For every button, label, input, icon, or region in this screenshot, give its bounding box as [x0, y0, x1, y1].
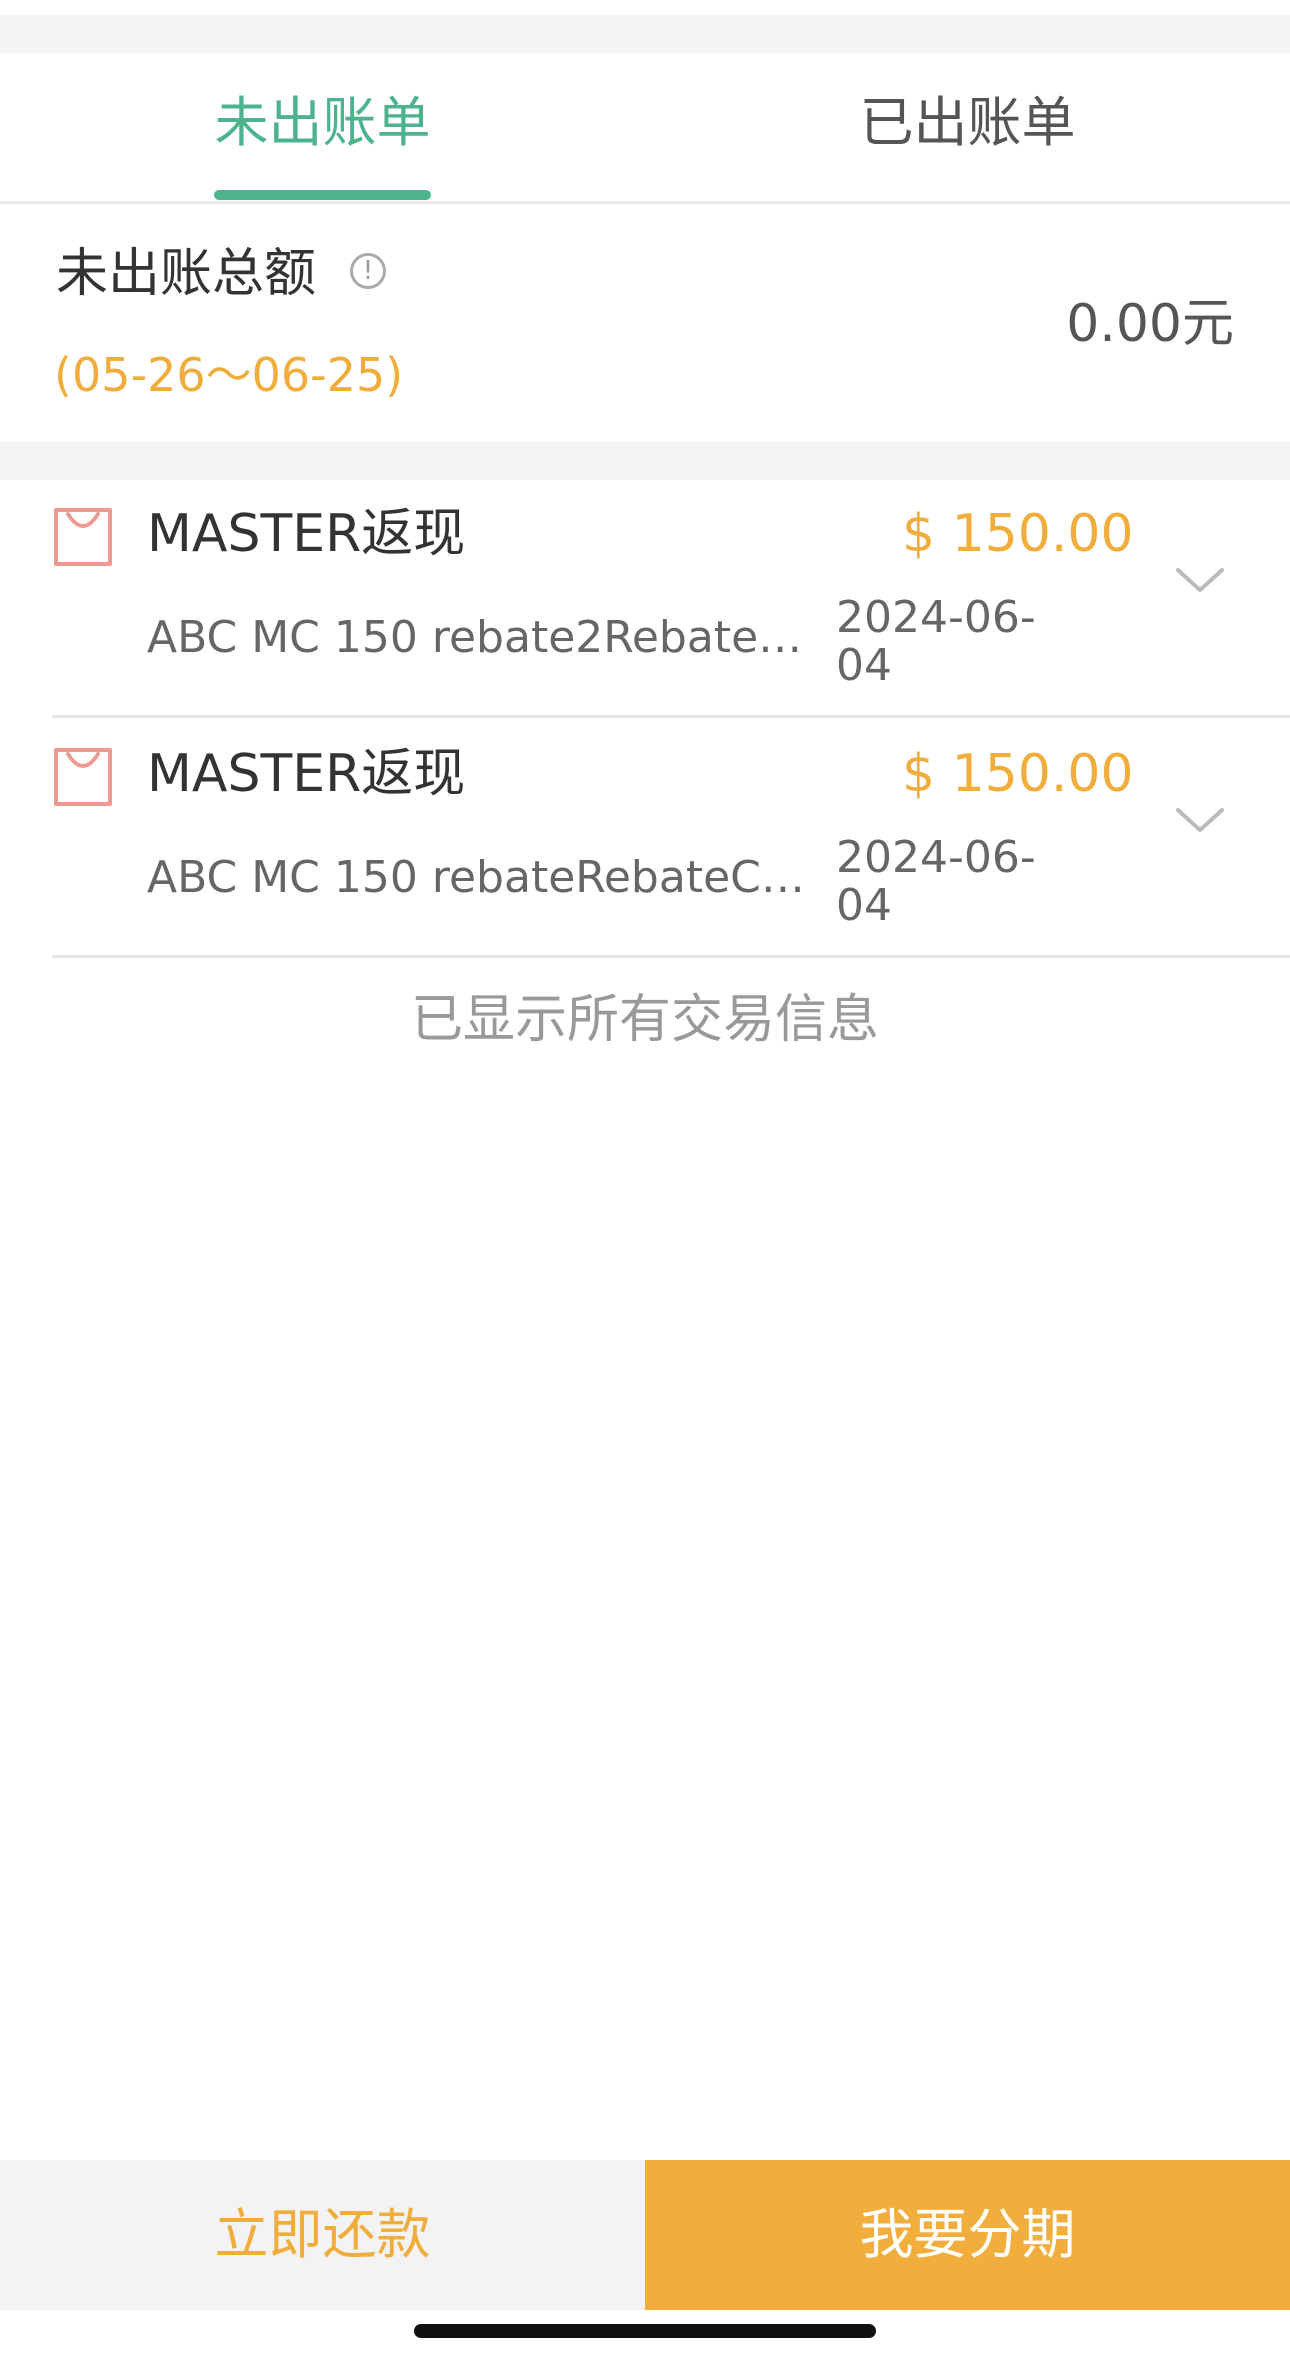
chevron-down-icon[interactable]	[1170, 560, 1230, 600]
summary-date-range: (05-26～06-25)	[54, 348, 404, 402]
top-band	[0, 15, 1290, 53]
transaction-amount: $ 150.00	[902, 744, 1134, 804]
active-tab-indicator	[214, 190, 431, 200]
transaction-date: 2024-06-04	[836, 592, 1036, 691]
transaction-description: ABC MC 150 rebate2RebateCampaign	[147, 612, 829, 663]
unbilled-summary: 未出账总额 ! (05-26～06-25) 0.00元	[0, 204, 1290, 442]
summary-title: 未出账总额	[56, 244, 317, 304]
shopping-bag-icon	[54, 508, 112, 566]
top-spacer	[0, 0, 1290, 53]
transaction-title: MASTER返现	[147, 504, 466, 564]
tab-billed[interactable]: 已出账单	[645, 53, 1290, 201]
installment-button[interactable]: 我要分期	[645, 2160, 1290, 2310]
transaction-title: MASTER返现	[147, 744, 466, 804]
chevron-down-icon[interactable]	[1170, 800, 1230, 840]
transaction-amount: $ 150.00	[902, 504, 1134, 564]
transaction-item[interactable]: MASTER返现 $ 150.00 ABC MC 150 rebate2Reba…	[0, 480, 1290, 718]
row-divider	[52, 715, 1290, 718]
transaction-date: 2024-06-04	[836, 832, 1036, 931]
repay-now-button[interactable]: 立即还款	[0, 2160, 645, 2310]
shopping-bag-icon	[54, 748, 112, 806]
summary-amount: 0.00元	[1066, 294, 1234, 354]
section-separator	[0, 442, 1290, 480]
row-divider	[52, 955, 1290, 958]
bill-page: 未出账单 已出账单 未出账总额 ! (05-26～06-25) 0.00元 MA…	[0, 0, 1290, 2362]
home-indicator[interactable]	[414, 2324, 876, 2338]
tab-unbilled[interactable]: 未出账单	[0, 53, 645, 201]
bottom-action-bar: 立即还款 我要分期	[0, 2160, 1290, 2310]
bill-tabs: 未出账单 已出账单	[0, 53, 1290, 204]
end-of-list-text: 已显示所有交易信息	[410, 990, 879, 1050]
transaction-item[interactable]: MASTER返现 $ 150.00 ABC MC 150 rebateRebat…	[0, 720, 1290, 958]
transaction-description: ABC MC 150 rebateRebateCampaign	[147, 852, 829, 903]
info-icon[interactable]: !	[350, 253, 386, 289]
